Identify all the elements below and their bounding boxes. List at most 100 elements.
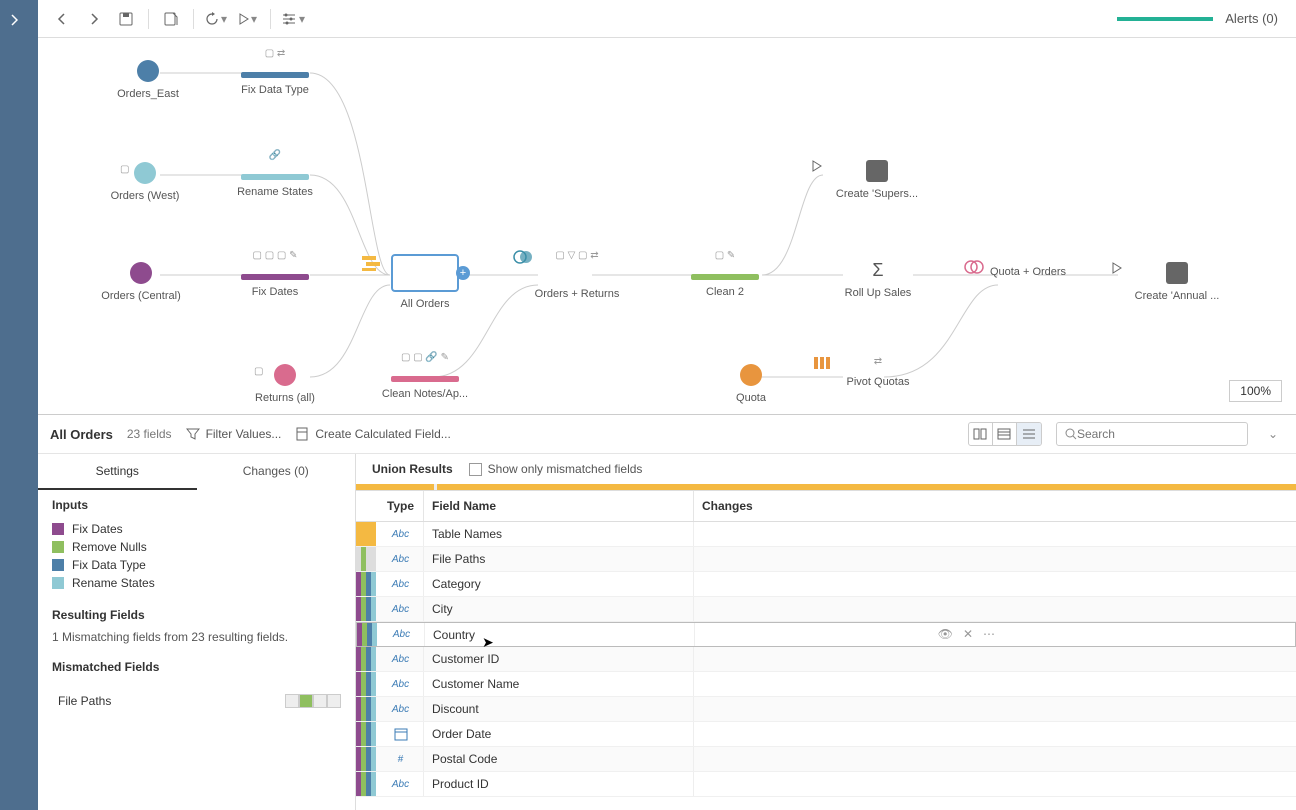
mismatch-item[interactable]: File Paths (38, 690, 355, 712)
color-swatch (52, 559, 64, 571)
node-roll-up[interactable]: Σ Roll Up Sales (813, 260, 943, 299)
view-list-button[interactable] (1017, 423, 1041, 445)
field-name[interactable]: Table Names (424, 522, 694, 546)
field-name[interactable]: Customer Name (424, 672, 694, 696)
node-orders-returns[interactable]: ▢ ▽ ▢ ⇄ Orders + Returns (512, 250, 642, 300)
field-name[interactable]: Country (425, 623, 695, 646)
node-quota[interactable]: Quota (686, 364, 816, 404)
view-grid-button[interactable] (993, 423, 1017, 445)
table-row[interactable]: AbcTable Names (356, 522, 1296, 547)
node-returns-all[interactable]: ▢ Returns (all) (220, 364, 350, 404)
field-name[interactable]: Product ID (424, 772, 694, 796)
node-orders-east[interactable]: Orders_East (83, 60, 213, 100)
field-type[interactable]: Abc (379, 623, 425, 646)
back-button[interactable] (48, 5, 76, 33)
filter-icon (186, 427, 200, 441)
input-item[interactable]: Remove Nulls (52, 538, 341, 556)
toolbar: ▾ ▾ ▾ Alerts (0) (38, 0, 1296, 38)
source-strips (357, 623, 379, 646)
field-type[interactable]: Abc (378, 547, 424, 571)
node-clean-notes[interactable]: ▢ ▢ 🔗 ✎ Clean Notes/Ap... (360, 352, 490, 400)
create-calc-button[interactable]: Create Calculated Field... (295, 427, 450, 441)
field-name[interactable]: Category (424, 572, 694, 596)
step-mini-icons: ▢ ▢ ▢ ✎ (210, 250, 340, 264)
field-name[interactable]: Order Date (424, 722, 694, 746)
input-label: Rename States (72, 576, 155, 590)
hide-icon[interactable]: 👁 (938, 627, 953, 641)
view-profile-button[interactable] (969, 423, 993, 445)
node-quota-orders[interactable]: Quota + Orders (963, 260, 1093, 278)
expand-sidebar-icon[interactable] (10, 14, 18, 29)
zoom-level[interactable]: 100% (1229, 380, 1282, 402)
remove-icon[interactable]: ✕ (963, 627, 973, 641)
alerts-button[interactable]: Alerts (0) (1225, 11, 1286, 26)
node-clean2[interactable]: ▢ ✎ Clean 2 (660, 250, 790, 298)
table-row[interactable]: AbcProduct ID (356, 772, 1296, 797)
step-mini-icons: 🔗 (210, 150, 340, 164)
input-item[interactable]: Fix Dates (52, 520, 341, 538)
field-type[interactable] (378, 722, 424, 746)
node-create-supers[interactable]: Create 'Supers... (812, 160, 942, 200)
checkbox-icon (469, 463, 482, 476)
more-icon[interactable]: ⋯ (983, 627, 995, 641)
table-row[interactable]: AbcCustomer Name (356, 672, 1296, 697)
table-row[interactable]: AbcDiscount (356, 697, 1296, 722)
input-label: Remove Nulls (72, 540, 147, 554)
show-mismatched-checkbox[interactable]: Show only mismatched fields (469, 462, 643, 476)
field-type[interactable]: Abc (378, 697, 424, 721)
settings-button[interactable]: ▾ (279, 5, 307, 33)
node-orders-west[interactable]: ▢ Orders (West) (80, 162, 210, 202)
node-fix-data-type[interactable]: ▢ ⇄ Fix Data Type (210, 48, 340, 96)
save-button[interactable] (112, 5, 140, 33)
search-input[interactable] (1077, 427, 1239, 441)
table-row[interactable]: Order Date (356, 722, 1296, 747)
save-as-button[interactable] (157, 5, 185, 33)
field-type[interactable]: Abc (378, 647, 424, 671)
table-row[interactable]: AbcCity (356, 597, 1296, 622)
table-row[interactable]: AbcCategory (356, 572, 1296, 597)
field-type[interactable]: Abc (378, 522, 424, 546)
field-name[interactable]: City (424, 597, 694, 621)
field-type[interactable]: Abc (378, 597, 424, 621)
run-icon[interactable] (1112, 262, 1122, 274)
node-rename-states[interactable]: 🔗 Rename States (210, 150, 340, 198)
input-label: Fix Dates (72, 522, 123, 536)
field-type[interactable]: Abc (378, 772, 424, 796)
panel-menu-button[interactable]: ⌄ (1262, 427, 1284, 441)
field-name[interactable]: Postal Code (424, 747, 694, 771)
field-name[interactable]: Customer ID (424, 647, 694, 671)
input-item[interactable]: Rename States (52, 574, 341, 592)
mismatch-heading: Mismatched Fields (52, 660, 341, 674)
table-row[interactable]: AbcCountry 👁 ✕ ⋯ (356, 622, 1296, 647)
search-box[interactable] (1056, 422, 1248, 446)
left-rail (0, 0, 38, 810)
table-row[interactable]: AbcFile Paths (356, 547, 1296, 572)
node-orders-central[interactable]: Orders (Central) (76, 262, 206, 302)
field-type[interactable]: # (378, 747, 424, 771)
step-mini-icons: ▢ ✎ (660, 250, 790, 264)
tab-settings[interactable]: Settings (38, 454, 197, 490)
source-strips (356, 697, 378, 721)
field-type[interactable]: Abc (378, 572, 424, 596)
field-name[interactable]: Discount (424, 697, 694, 721)
field-type[interactable]: Abc (378, 672, 424, 696)
refresh-button[interactable]: ▾ (202, 5, 230, 33)
add-step-button[interactable]: + (456, 266, 470, 280)
run-button[interactable]: ▾ (234, 5, 262, 33)
input-item[interactable]: Fix Data Type (52, 556, 341, 574)
node-create-annual[interactable]: Create 'Annual ... (1112, 262, 1242, 302)
field-name[interactable]: File Paths (424, 547, 694, 571)
run-icon[interactable] (812, 160, 822, 172)
flow-canvas[interactable]: Orders_East ▢ ⇄ Fix Data Type ▢ Orders (… (38, 38, 1296, 414)
table-row[interactable]: AbcCustomer ID (356, 647, 1296, 672)
forward-button[interactable] (80, 5, 108, 33)
row-actions: 👁 ✕ ⋯ (938, 627, 995, 641)
mismatch-indicator (285, 694, 341, 708)
tab-changes[interactable]: Changes (0) (197, 454, 356, 490)
filter-values-button[interactable]: Filter Values... (186, 427, 282, 441)
inputs-heading: Inputs (52, 498, 341, 512)
table-row[interactable]: #Postal Code (356, 747, 1296, 772)
node-fix-dates[interactable]: ▢ ▢ ▢ ✎ Fix Dates (210, 250, 340, 298)
node-all-orders[interactable]: + All Orders (360, 254, 490, 310)
node-pivot-quotas[interactable]: ⇄ Pivot Quotas (813, 356, 943, 388)
